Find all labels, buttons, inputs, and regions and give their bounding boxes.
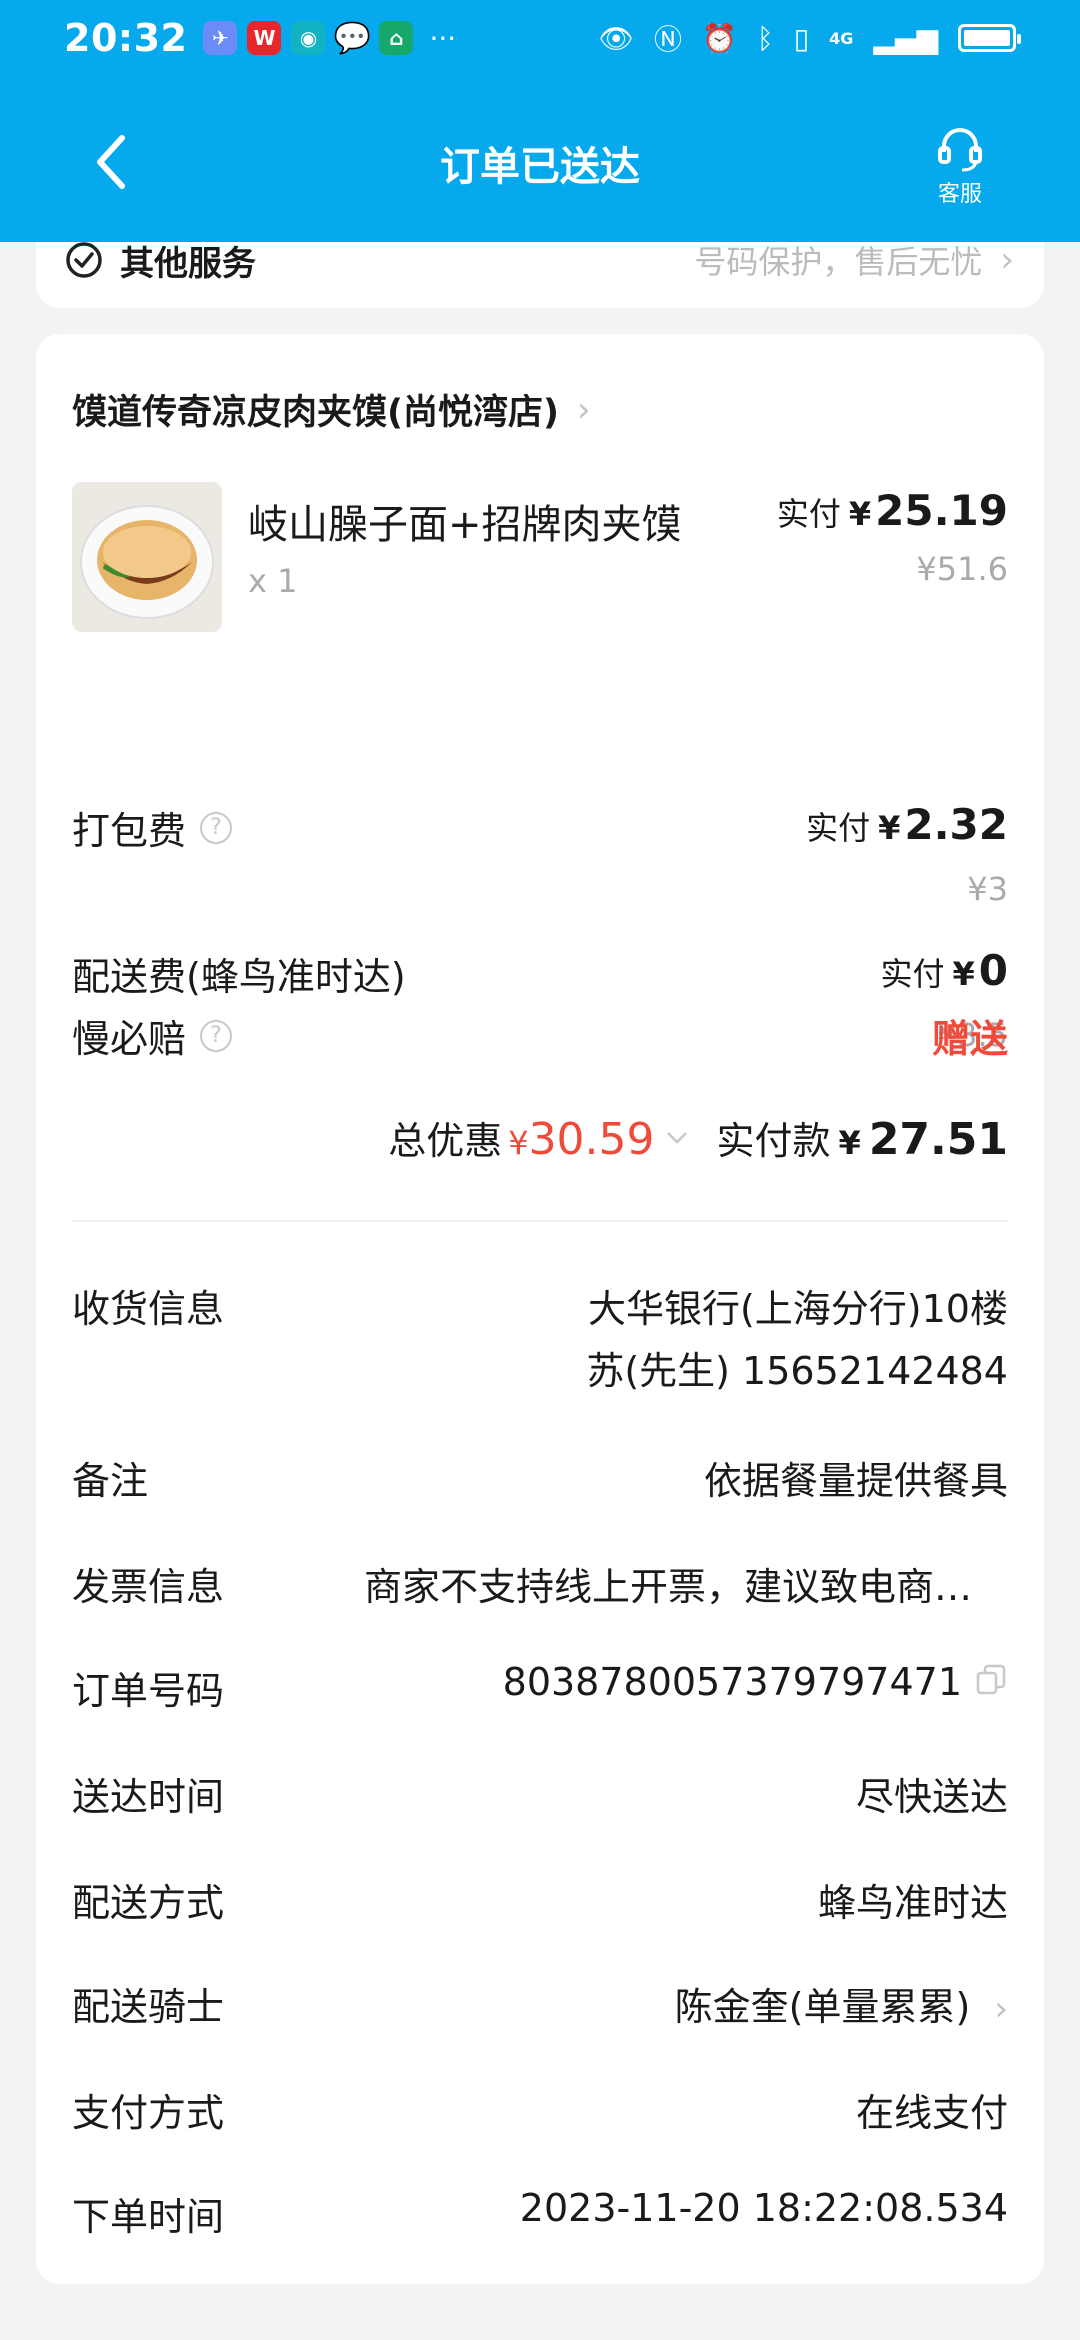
app-header: 20:32 ✈ W ◉ 💬 ⌂ ··· 👁 Ⓝ ⏰ ᛒ ▯ 4G ▂▄▆ 订单已… bbox=[0, 0, 1080, 242]
headset-icon bbox=[938, 128, 982, 172]
bluetooth-icon: ᛒ bbox=[756, 21, 774, 55]
shop-name: 馍道传奇凉皮肉夹馍(尚悦湾店) bbox=[72, 393, 559, 433]
other-services-title: 其他服务 bbox=[120, 243, 256, 284]
packing-fee-label: 打包费 bbox=[72, 809, 187, 853]
copy-icon[interactable] bbox=[974, 1663, 1008, 1697]
status-time: 20:32 bbox=[64, 16, 188, 60]
eye-icon: 👁 bbox=[598, 21, 634, 55]
notification-icons: ✈ W ◉ 💬 ⌂ ··· bbox=[203, 20, 457, 56]
receiver-label: 收货信息 bbox=[72, 1287, 225, 1331]
rider-label: 配送骑士 bbox=[72, 1985, 225, 2029]
currency-symbol: ¥ bbox=[508, 1124, 529, 1162]
remark-value: 依据餐量提供餐具 bbox=[703, 1459, 1008, 1503]
help-icon[interactable]: ? bbox=[200, 1019, 233, 1052]
packing-fee-row: 打包费 ? 实付 ¥ 2.32 ¥3 bbox=[72, 800, 1008, 910]
help-icon[interactable]: ? bbox=[200, 811, 233, 844]
item-original-price: ¥51.6 bbox=[916, 550, 1008, 588]
signal-icon: ▂▄▆ bbox=[873, 21, 938, 55]
battery-icon bbox=[958, 24, 1021, 52]
currency-symbol: ¥ bbox=[838, 1124, 861, 1162]
slow-comp-row: 慢必赔 ? 赠送 bbox=[72, 1008, 1008, 1068]
wechat-icon: 💬 bbox=[333, 20, 372, 56]
delivery-fee-label: 配送费(蜂鸟准时达) bbox=[72, 955, 406, 999]
packing-fee-paid: 实付 ¥ 2.32 bbox=[806, 800, 1008, 849]
order-time-value: 2023-11-20 18:22:08.534 bbox=[519, 2186, 1008, 2230]
delivery-fee-amount: 0 bbox=[978, 946, 1008, 995]
wps-icon: W bbox=[247, 21, 282, 55]
nav-bar: 订单已送达 客服 bbox=[0, 110, 1080, 210]
chevron-right-icon: › bbox=[1000, 240, 1014, 280]
more-notifications-icon: ··· bbox=[429, 21, 457, 55]
divider bbox=[72, 1220, 1008, 1222]
camera-app-icon: ◉ bbox=[291, 21, 326, 55]
item-name: 岐山臊子面+招牌肉夹馍 bbox=[248, 502, 682, 548]
receiver-address: 大华银行(上海分行)10楼 bbox=[587, 1287, 1008, 1331]
receiver-row: 收货信息 大华银行(上海分行)10楼 苏(先生) 15652142484 bbox=[72, 1278, 1008, 1398]
chevron-right-icon: › bbox=[994, 1989, 1008, 2029]
page-title: 订单已送达 bbox=[440, 144, 640, 190]
order-item[interactable]: 岐山臊子面+招牌肉夹馍 x 1 实付 ¥ 25.19 ¥51.6 bbox=[72, 482, 1008, 636]
customer-service-label: 客服 bbox=[937, 182, 982, 207]
shop-link[interactable]: 馍道传奇凉皮肉夹馍(尚悦湾店) › bbox=[72, 384, 591, 435]
vibrate-icon: ▯ bbox=[793, 21, 810, 55]
check-shield-icon bbox=[66, 242, 102, 278]
remark-label: 备注 bbox=[72, 1459, 149, 1503]
currency-symbol: ¥ bbox=[848, 495, 872, 533]
packing-fee-amount: 2.32 bbox=[904, 800, 1008, 849]
total-discount-amount[interactable]: 30.59 bbox=[529, 1114, 655, 1165]
totals-row: 总优惠 ¥ 30.59 实付款 ¥ 27.51 bbox=[388, 1110, 1008, 1165]
invoice-label: 发票信息 bbox=[72, 1565, 225, 1609]
payment-value: 在线支付 bbox=[855, 2091, 1008, 2135]
status-bar: 20:32 ✈ W ◉ 💬 ⌂ ··· 👁 Ⓝ ⏰ ᛒ ▯ 4G ▂▄▆ bbox=[0, 0, 1080, 76]
packing-fee-original: ¥3 bbox=[967, 870, 1008, 908]
receiver-contact: 苏(先生) 15652142484 bbox=[586, 1349, 1008, 1393]
home-app-icon: ⌂ bbox=[379, 21, 414, 55]
total-paid-amount: 27.51 bbox=[868, 1114, 1008, 1165]
network-type: 4G bbox=[829, 28, 854, 48]
alarm-icon: ⏰ bbox=[702, 21, 737, 55]
delivery-time-row: 送达时间 尽快送达 bbox=[72, 1766, 1008, 1826]
delivery-method-row: 配送方式 蜂鸟准时达 bbox=[72, 1872, 1008, 1932]
delivery-time-value: 尽快送达 bbox=[855, 1775, 1008, 1819]
invoice-value: 商家不支持线上开票，建议致电商… bbox=[363, 1565, 972, 1609]
delivery-fee-paid: 实付 ¥ 0 bbox=[880, 946, 1008, 995]
paid-label: 实付 bbox=[776, 495, 841, 533]
order-number-value: 8038780057379797471 bbox=[502, 1660, 962, 1704]
nfc-icon: Ⓝ bbox=[654, 23, 683, 56]
item-paid: 实付 ¥ 25.19 bbox=[777, 486, 1008, 535]
paid-label: 实付 bbox=[880, 955, 945, 993]
invoice-row: 发票信息 商家不支持线上开票，建议致电商… bbox=[72, 1556, 1008, 1616]
delivery-time-label: 送达时间 bbox=[72, 1775, 225, 1819]
customer-service-button[interactable]: 客服 bbox=[920, 122, 1000, 212]
currency-symbol: ¥ bbox=[952, 955, 975, 993]
rider-value: 陈金奎(单量累累) bbox=[674, 1985, 971, 2029]
item-paid-amount: 25.19 bbox=[875, 486, 1008, 535]
slow-comp-value: 赠送 bbox=[931, 1017, 1008, 1061]
total-discount-label: 总优惠 bbox=[388, 1119, 503, 1163]
other-services-desc: 号码保护，售后无忧 bbox=[694, 243, 983, 281]
delivery-method-value: 蜂鸟准时达 bbox=[817, 1881, 1008, 1925]
chevron-down-icon[interactable] bbox=[665, 1126, 689, 1150]
order-number-row: 订单号码 8038780057379797471 bbox=[72, 1660, 1008, 1720]
order-time-row: 下单时间 2023-11-20 18:22:08.534 bbox=[72, 2186, 1008, 2246]
app-notification-icon: ✈ bbox=[203, 21, 238, 55]
order-detail-card: 馍道传奇凉皮肉夹馍(尚悦湾店) › 岐山臊子面+招牌肉夹馍 x 1 实付 ¥ 2… bbox=[36, 334, 1044, 2284]
slow-comp-label: 慢必赔 bbox=[72, 1017, 187, 1061]
chevron-right-icon: › bbox=[577, 389, 591, 430]
order-number-label: 订单号码 bbox=[72, 1669, 225, 1713]
payment-row: 支付方式 在线支付 bbox=[72, 2082, 1008, 2142]
rider-row[interactable]: 配送骑士 陈金奎(单量累累) › bbox=[72, 1976, 1008, 2036]
currency-symbol: ¥ bbox=[878, 809, 901, 847]
delivery-method-label: 配送方式 bbox=[72, 1881, 225, 1925]
item-quantity: x 1 bbox=[248, 562, 298, 600]
item-thumbnail bbox=[72, 482, 222, 632]
payment-label: 支付方式 bbox=[72, 2091, 225, 2135]
remark-row: 备注 依据餐量提供餐具 bbox=[72, 1450, 1008, 1510]
total-paid-label: 实付款 bbox=[716, 1119, 831, 1163]
paid-label: 实付 bbox=[806, 809, 871, 847]
food-image bbox=[72, 482, 222, 632]
system-icons: 👁 Ⓝ ⏰ ᛒ ▯ 4G ▂▄▆ bbox=[598, 18, 1021, 58]
order-time-label: 下单时间 bbox=[72, 2195, 225, 2239]
